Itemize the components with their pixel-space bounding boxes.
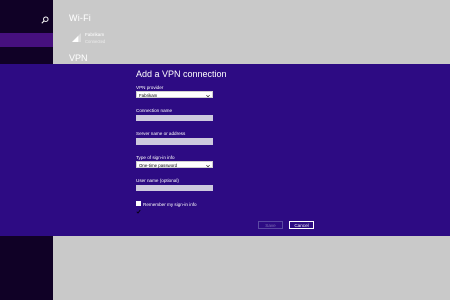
vpn-provider-value: Fabrikam <box>139 93 158 98</box>
network-name[interactable]: Fabrikam <box>85 32 104 37</box>
signin-type-label: Type of sign-in info <box>136 155 175 160</box>
username-label: User name (optional) <box>136 178 179 183</box>
remember-signin-checkbox[interactable] <box>136 201 141 214</box>
wifi-section-header: Wi-Fi <box>69 13 91 23</box>
checkmark-icon <box>136 209 141 214</box>
search-icon[interactable] <box>41 16 49 24</box>
dialog-title: Add a VPN connection <box>136 69 227 79</box>
vpn-section-header: VPN <box>69 53 88 63</box>
save-button[interactable]: Save <box>258 221 283 229</box>
server-address-input[interactable] <box>136 138 213 145</box>
server-address-label: Server name or address <box>136 131 186 136</box>
connection-name-input[interactable] <box>136 114 213 121</box>
signin-type-select[interactable]: One-time password <box>136 161 213 168</box>
vpn-provider-label: VPN provider <box>136 85 164 90</box>
chevron-down-icon <box>206 94 210 97</box>
add-vpn-dialog <box>0 64 450 236</box>
signin-type-value: One-time password <box>139 163 178 168</box>
wifi-signal-icon <box>72 33 81 42</box>
chevron-down-icon <box>206 164 210 167</box>
vpn-provider-select[interactable]: Fabrikam <box>136 91 213 98</box>
username-input[interactable] <box>136 184 213 191</box>
nav-selected-item[interactable] <box>0 33 53 47</box>
connection-name-label: Connection name <box>136 108 173 113</box>
network-status: Connected <box>85 39 106 44</box>
remember-signin-label: Remember my sign-in info <box>143 201 197 207</box>
cancel-button[interactable]: Cancel <box>289 221 314 229</box>
